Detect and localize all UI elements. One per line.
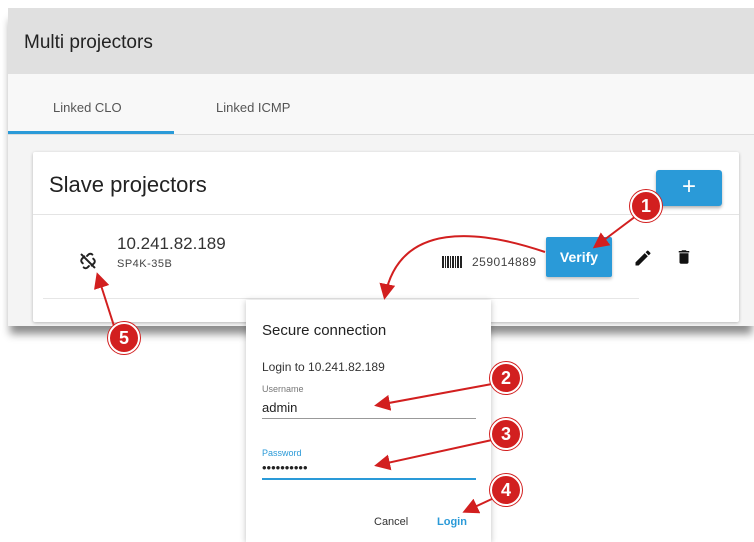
dialog-title: Secure connection [262,322,387,339]
username-field[interactable]: admin [262,400,476,419]
callout-badge-4: 4 [490,474,522,506]
tab-linked-clo[interactable]: Linked CLO [53,100,122,115]
edit-pencil-icon[interactable] [633,248,653,268]
username-label: Username [262,384,304,394]
link-off-icon [80,252,96,270]
login-button[interactable]: Login [437,516,467,528]
page-title: Multi projectors [24,32,153,53]
slave-projectors-card: Slave projectors + 10.241.82.189 SP4K-35… [33,152,739,322]
title-bar: Multi projectors [8,8,754,74]
tab-linked-icmp[interactable]: Linked ICMP [216,100,290,115]
secure-connection-dialog: Secure connection Login to 10.241.82.189… [246,300,491,542]
password-field[interactable]: •••••••••• [262,460,476,480]
delete-trash-icon[interactable] [675,246,693,268]
callout-badge-3: 3 [490,418,522,450]
row-divider [43,298,639,299]
projector-ip: 10.241.82.189 [117,234,226,253]
cancel-button[interactable]: Cancel [374,516,408,528]
projector-serial: 259014889 [472,255,537,269]
callout-badge-2: 2 [490,362,522,394]
add-projector-button[interactable]: + [656,170,722,206]
card-title: Slave projectors [49,172,207,197]
callout-badge-1: 1 [630,190,662,222]
verify-button[interactable]: Verify [546,237,612,277]
tab-bar: Linked CLO Linked ICMP [8,74,754,135]
active-tab-indicator [8,131,174,134]
callout-badge-5: 5 [108,322,140,354]
dialog-subtitle: Login to 10.241.82.189 [262,360,385,374]
password-label: Password [262,448,302,458]
projector-model: SP4K-35B [117,258,173,270]
multi-projectors-panel: Multi projectors Linked CLO Linked ICMP … [8,8,754,326]
barcode-icon [442,256,462,268]
